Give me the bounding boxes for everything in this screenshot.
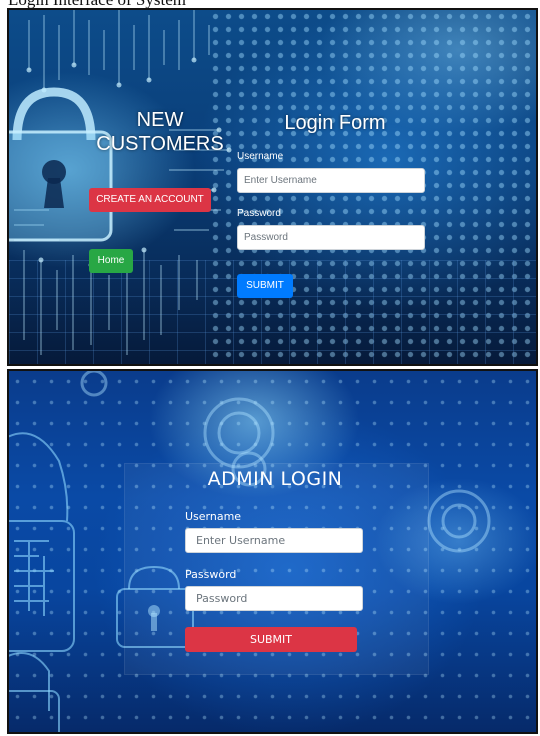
username-input[interactable] [237, 168, 425, 193]
create-account-button[interactable]: CREATE AN ACCOUNT [89, 188, 211, 212]
admin-password-label: Password [185, 568, 237, 581]
admin-login-heading: ADMIN LOGIN [207, 468, 343, 490]
admin-username-input[interactable] [185, 528, 363, 553]
password-input[interactable] [237, 225, 425, 250]
admin-login-screen: ADMIN LOGIN Username Password SUBMIT [7, 369, 538, 734]
admin-password-input[interactable] [185, 586, 363, 611]
submit-button[interactable]: SUBMIT [237, 274, 293, 298]
username-label: Username [237, 151, 284, 162]
login-form-heading: Login Form [284, 112, 386, 134]
password-label: Password [237, 208, 281, 219]
new-customers-heading: NEW CUSTOMERS [96, 109, 224, 155]
admin-submit-button[interactable]: SUBMIT [185, 627, 357, 652]
home-button[interactable]: Home [89, 249, 133, 273]
user-login-screen: NEW CUSTOMERS CREATE AN ACCOUNT Home Log… [7, 8, 538, 366]
admin-username-label: Username [185, 510, 242, 523]
